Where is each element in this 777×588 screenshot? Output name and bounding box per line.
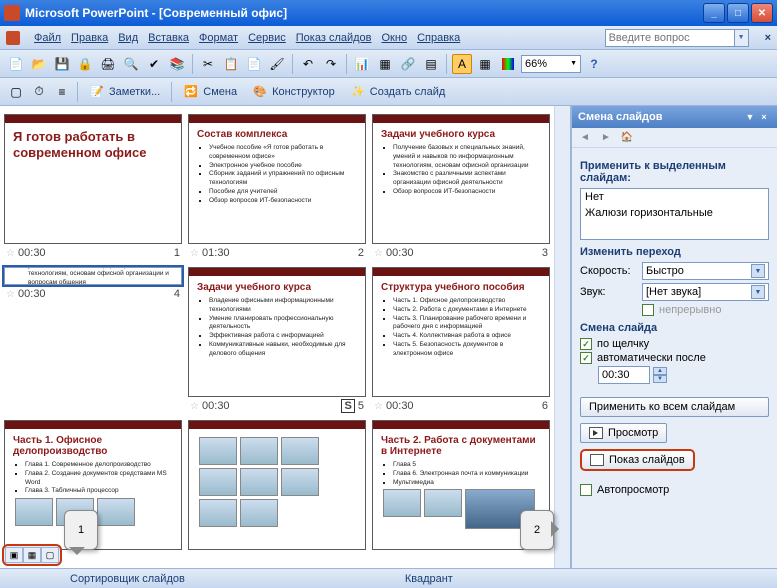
toolbar-slidesorter: ▢ ⏱ ≡ 📝Заметки... 🔁Смена 🎨Конструктор ✨С… — [0, 78, 777, 106]
nav-fwd-icon[interactable]: ► — [597, 130, 615, 146]
help-icon[interactable]: ? — [584, 54, 604, 74]
status-bar: Сортировщик слайдов Квадрант — [0, 568, 777, 588]
callout-2: 2 — [520, 510, 554, 550]
taskpane-close-icon[interactable]: × — [757, 110, 771, 124]
slide-thumb[interactable]: Состав комплексаУчебное пособие «Я готов… — [188, 114, 366, 244]
spin-down[interactable]: ▼ — [653, 375, 667, 383]
slide-thumb[interactable]: Задачи учебного курсаВладение офисными и… — [188, 267, 366, 397]
close-button[interactable]: ✕ — [751, 3, 773, 23]
save-icon[interactable]: 💾 — [52, 54, 72, 74]
print-icon[interactable]: 🖨 — [98, 54, 118, 74]
window-title: Microsoft PowerPoint - [Современный офис… — [25, 6, 703, 20]
nav-home-icon[interactable]: 🏠 — [618, 130, 636, 146]
copy-icon[interactable]: 📋 — [221, 54, 241, 74]
slide-thumb[interactable]: Структура учебного пособияЧасть 1. Офисн… — [372, 267, 550, 397]
slide-thumb[interactable]: Задачи учебного курсаПолучение базовых и… — [4, 267, 182, 285]
open-icon[interactable]: 📂 — [29, 54, 49, 74]
taskpane-title: Смена слайдов — [578, 111, 662, 123]
apply-all-button[interactable]: Применить ко всем слайдам — [580, 397, 769, 417]
tableinsert-icon[interactable]: ▤ — [421, 54, 441, 74]
menu-help[interactable]: Справка — [417, 32, 460, 44]
summary-icon[interactable]: ≡ — [52, 82, 72, 102]
modify-label: Изменить переход — [580, 246, 769, 258]
cut-icon[interactable]: ✂ — [198, 54, 218, 74]
color-icon[interactable] — [498, 54, 518, 74]
autoplay-label: Автопросмотр — [597, 484, 669, 496]
new-slide-button[interactable]: ✨Создать слайд — [344, 81, 451, 103]
sound-label: Звук: — [580, 286, 636, 298]
format-painter-icon[interactable]: 🖌 — [267, 54, 287, 74]
apply-label: Применить к выделенным слайдам: — [580, 160, 769, 184]
screen-icon — [590, 454, 604, 466]
menu-tools[interactable]: Сервис — [248, 32, 286, 44]
research-icon[interactable]: 📚 — [167, 54, 187, 74]
maximize-button[interactable]: □ — [727, 3, 749, 23]
menu-slideshow[interactable]: Показ слайдов — [296, 32, 372, 44]
menu-view[interactable]: Вид — [118, 32, 138, 44]
permission-icon[interactable]: 🔒 — [75, 54, 95, 74]
highlight-icon[interactable]: A — [452, 54, 472, 74]
advance-label: Смена слайда — [580, 322, 769, 334]
sound-select[interactable]: [Нет звука]▼ — [642, 283, 769, 301]
menu-window[interactable]: Окно — [382, 32, 408, 44]
grid-icon[interactable]: ▦ — [475, 54, 495, 74]
table-icon[interactable]: ▦ — [375, 54, 395, 74]
menu-edit[interactable]: Правка — [71, 32, 108, 44]
doc-close-button[interactable]: × — [765, 32, 771, 44]
sorter-view-button[interactable]: ▦ — [23, 547, 41, 563]
effects-list[interactable]: Нет Жалюзи горизонтальные — [580, 188, 769, 240]
autoafter-checkbox[interactable]: ✓ — [580, 352, 592, 364]
status-mode: Сортировщик слайдов — [70, 573, 185, 585]
zoom-select[interactable]: 66%▼ — [521, 55, 581, 73]
transition-button[interactable]: 🔁Смена — [177, 81, 243, 103]
loop-checkbox[interactable] — [642, 304, 654, 316]
onclick-checkbox[interactable]: ✓ — [580, 338, 592, 350]
toolbar-standard: 📄 📂 💾 🔒 🖨 🔍 ✔ 📚 ✂ 📋 📄 🖌 ↶ ↷ 📊 ▦ 🔗 ▤ A ▦ … — [0, 50, 777, 78]
new-icon[interactable]: 📄 — [6, 54, 26, 74]
menu-format[interactable]: Формат — [199, 32, 238, 44]
status-extra: Квадрант — [405, 573, 453, 585]
slideshow-view-button[interactable]: ▢ — [41, 547, 59, 563]
paste-icon[interactable]: 📄 — [244, 54, 264, 74]
autoplay-checkbox[interactable] — [580, 484, 592, 496]
loop-label: непрерывно — [659, 304, 721, 316]
preview-button[interactable]: Просмотр — [580, 423, 667, 443]
doc-icon — [6, 31, 20, 45]
hyperlink-icon[interactable]: 🔗 — [398, 54, 418, 74]
autoafter-time[interactable]: 00:30 — [598, 366, 650, 384]
spin-up[interactable]: ▲ — [653, 367, 667, 375]
slide-thumb[interactable]: Задачи учебного курсаПолучение базовых и… — [372, 114, 550, 244]
menu-insert[interactable]: Вставка — [148, 32, 189, 44]
undo-icon[interactable]: ↶ — [298, 54, 318, 74]
speed-label: Скорость: — [580, 265, 636, 277]
slide-sorter[interactable]: Я готов работать в современном офисе☆ 00… — [0, 106, 554, 568]
normal-view-button[interactable]: ▣ — [5, 547, 23, 563]
spell-icon[interactable]: ✔ — [144, 54, 164, 74]
taskpane-menu-icon[interactable]: ▼ — [743, 110, 757, 124]
callout-1: 1 — [64, 510, 98, 550]
rehearse-icon[interactable]: ⏱ — [29, 82, 49, 102]
notes-button[interactable]: 📝Заметки... — [83, 81, 166, 103]
slide-thumb[interactable]: Я готов работать в современном офисе — [4, 114, 182, 244]
menu-file[interactable]: Файл — [34, 32, 61, 44]
play-icon — [589, 427, 603, 439]
nav-back-icon[interactable]: ◄ — [576, 130, 594, 146]
autoafter-label: автоматически после — [597, 352, 706, 364]
ask-input[interactable] — [605, 29, 735, 47]
preview-icon[interactable]: 🔍 — [121, 54, 141, 74]
app-icon — [4, 5, 20, 21]
speed-select[interactable]: Быстро▼ — [642, 262, 769, 280]
slide-thumb[interactable] — [188, 420, 366, 550]
redo-icon[interactable]: ↷ — [321, 54, 341, 74]
task-pane: Смена слайдов ▼ × ◄ ► 🏠 Применить к выде… — [570, 106, 777, 568]
chart-icon[interactable]: 📊 — [352, 54, 372, 74]
minimize-button[interactable]: _ — [703, 3, 725, 23]
slideshow-button[interactable]: Показ слайдов — [580, 449, 695, 471]
vertical-scrollbar[interactable] — [554, 106, 570, 568]
view-buttons: ▣ ▦ ▢ — [2, 544, 62, 566]
hide-slide-icon[interactable]: ▢ — [6, 82, 26, 102]
onclick-label: по щелчку — [597, 338, 649, 350]
designer-button[interactable]: 🎨Конструктор — [246, 81, 341, 103]
ask-dropdown[interactable]: ▼ — [735, 29, 749, 47]
